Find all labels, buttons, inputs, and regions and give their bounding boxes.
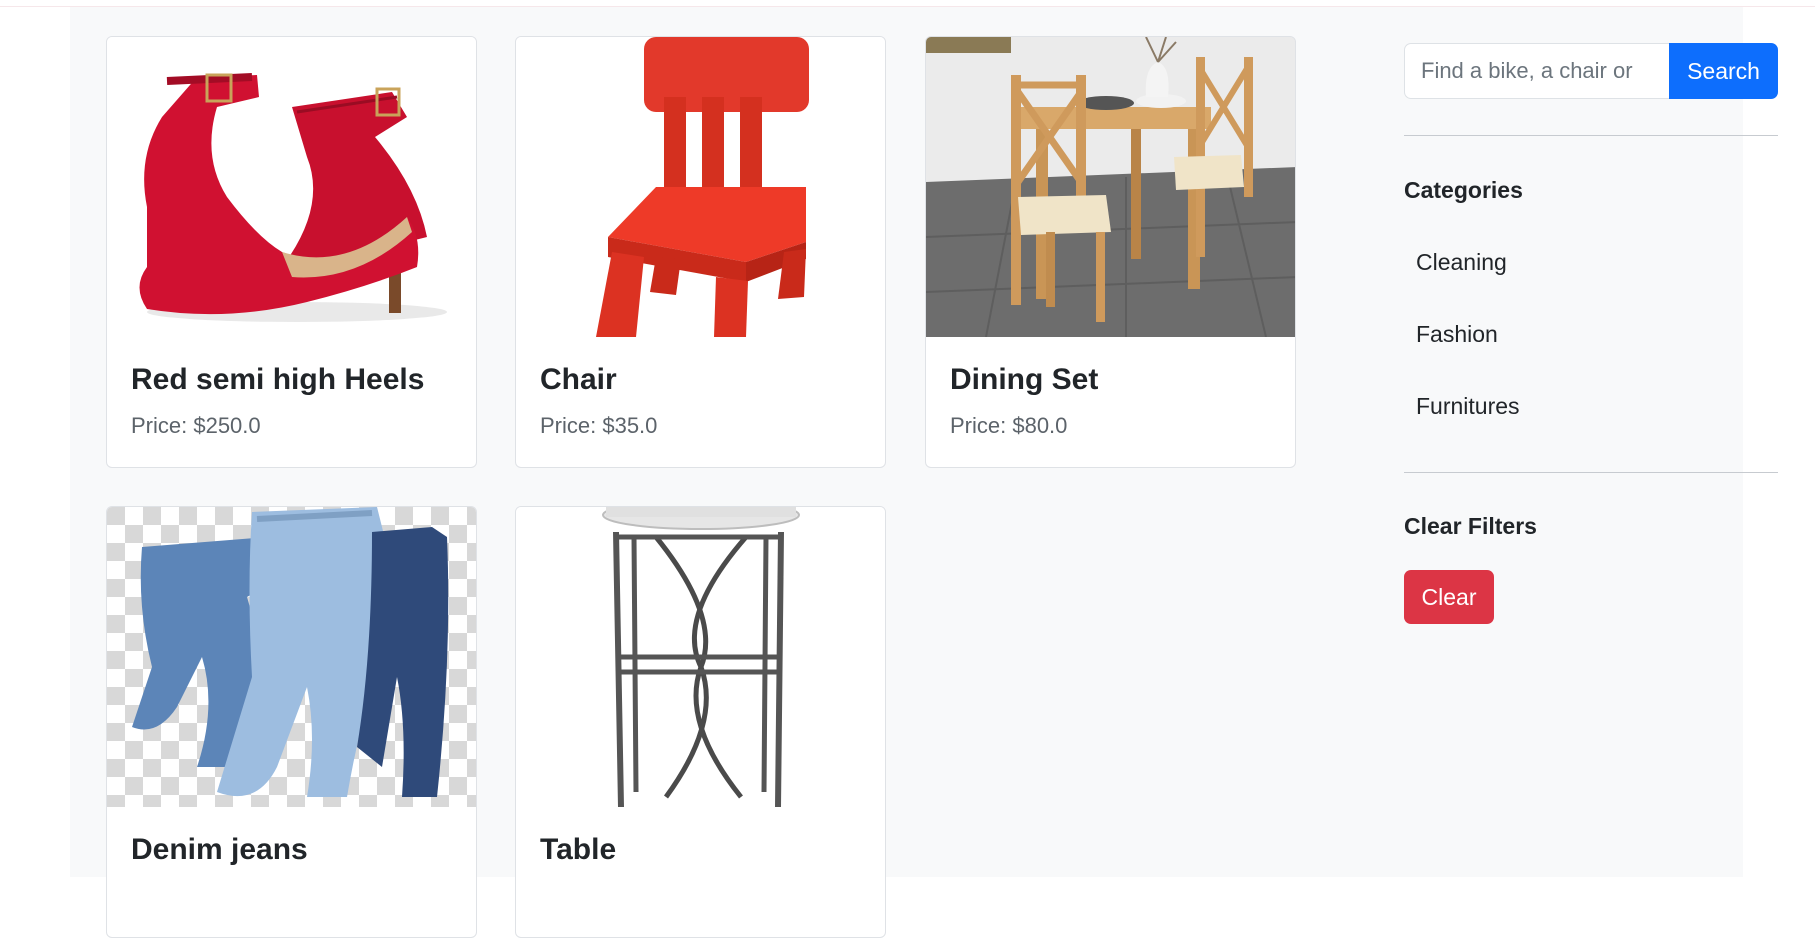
category-item-cleaning[interactable]: Cleaning xyxy=(1416,249,1507,276)
product-image-denim-jeans[interactable] xyxy=(107,507,476,807)
product-title[interactable]: Denim jeans xyxy=(131,833,308,867)
product-image-dining-set[interactable] xyxy=(926,37,1295,337)
product-card[interactable]: Red semi high Heels Price: $250.0 xyxy=(106,36,477,468)
product-price: Price: $250.0 xyxy=(131,413,261,438)
product-title[interactable]: Table xyxy=(540,833,616,867)
main-content: Red semi high Heels Price: $250.0 Chair … xyxy=(70,7,1778,938)
search-button[interactable]: Search xyxy=(1669,43,1778,99)
product-title[interactable]: Chair xyxy=(540,363,617,397)
clear-filters-heading: Clear Filters xyxy=(1404,513,1537,539)
category-item-fashion[interactable]: Fashion xyxy=(1416,321,1498,348)
product-image-chair[interactable] xyxy=(516,37,885,337)
search-group: Search xyxy=(1404,43,1778,99)
product-title[interactable]: Red semi high Heels xyxy=(131,363,424,397)
product-card[interactable]: Dining Set Price: $80.0 xyxy=(925,36,1296,468)
divider xyxy=(1404,135,1778,136)
product-card[interactable]: Chair Price: $35.0 xyxy=(515,36,886,468)
product-price: Price: $80.0 xyxy=(950,413,1068,438)
product-image-table[interactable] xyxy=(516,507,885,807)
divider xyxy=(1404,472,1778,473)
product-title[interactable]: Dining Set xyxy=(950,363,1098,397)
product-image-heels[interactable] xyxy=(107,37,476,337)
search-input[interactable] xyxy=(1404,43,1670,99)
product-card[interactable]: Denim jeans xyxy=(106,506,477,938)
categories-heading: Categories xyxy=(1404,177,1523,203)
clear-button[interactable]: Clear xyxy=(1404,570,1494,624)
product-price: Price: $35.0 xyxy=(540,413,658,438)
category-item-furnitures[interactable]: Furnitures xyxy=(1416,393,1520,420)
product-card[interactable]: Table xyxy=(515,506,886,938)
